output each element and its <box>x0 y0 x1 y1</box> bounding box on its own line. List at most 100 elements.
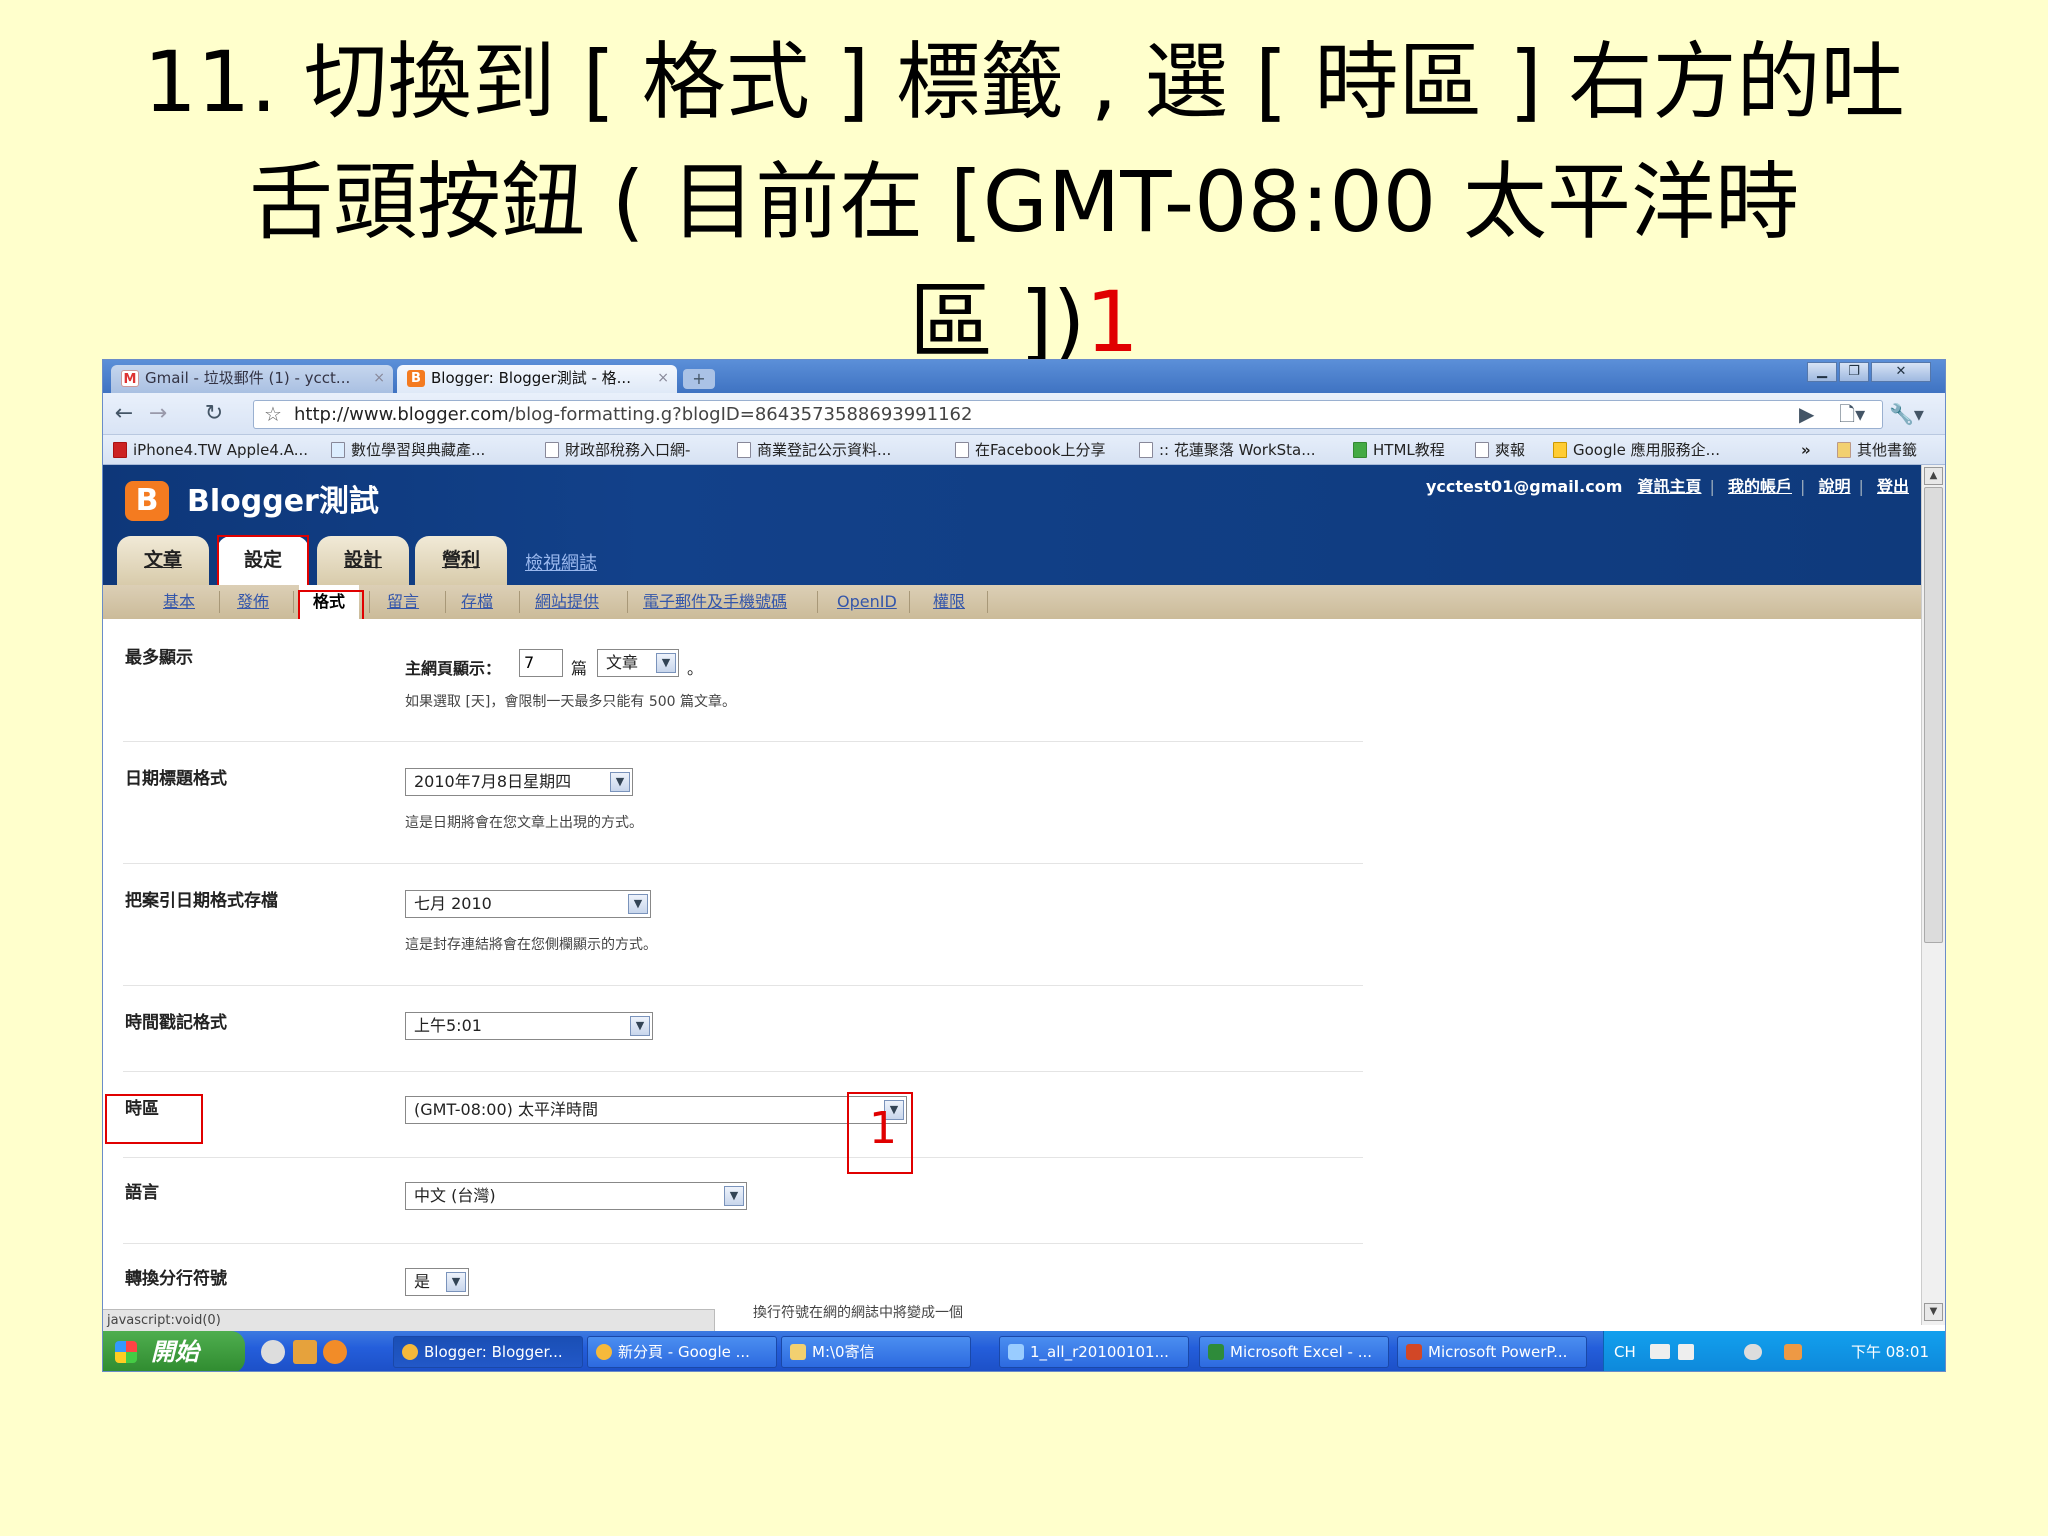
browser-tab-blogger-label: Blogger: Blogger測試 - 格... <box>431 369 631 387</box>
browser-tab-blogger[interactable]: B Blogger: Blogger測試 - 格... × <box>397 365 677 393</box>
back-icon[interactable]: ← <box>109 400 139 428</box>
wrench-icon[interactable]: 🔧▾ <box>1889 400 1924 428</box>
taskbar-item-excel[interactable]: Microsoft Excel - ... <box>1199 1336 1389 1368</box>
blog-title: Blogger測試 <box>187 484 379 519</box>
tab-divider <box>445 591 446 613</box>
subtab-openid[interactable]: OpenID <box>837 585 897 619</box>
subtab-site-feed[interactable]: 網站提供 <box>535 585 599 619</box>
page-menu-icon[interactable]: 🗋▾ <box>1839 400 1865 428</box>
chevron-down-icon[interactable]: ▼ <box>610 772 630 792</box>
chevron-down-icon[interactable]: ▼ <box>628 894 648 914</box>
max-show-count-input[interactable]: 7 <box>519 649 563 677</box>
subtab-archiving[interactable]: 存檔 <box>461 585 493 619</box>
subtab-basic[interactable]: 基本 <box>163 585 195 619</box>
bookmark-item[interactable]: 商業登記公示資料... <box>737 435 891 465</box>
language-label: 語言 <box>125 1183 159 1203</box>
bookmark-label: HTML教程 <box>1373 441 1445 459</box>
my-account-link[interactable]: 我的帳戶 <box>1728 477 1792 496</box>
go-icon[interactable]: ▶ <box>1799 400 1814 428</box>
subtab-email-mobile[interactable]: 電子郵件及手機號碼 <box>643 585 787 619</box>
bookmark-item[interactable]: 財政部稅務入口網- <box>545 435 690 465</box>
tab-divider <box>519 591 520 613</box>
help-link[interactable]: 說明 <box>1818 477 1850 496</box>
folder-icon <box>1837 442 1851 458</box>
other-bookmarks-label: 其他書籤 <box>1857 441 1918 459</box>
close-icon[interactable]: × <box>657 365 669 392</box>
system-tray: CH 下午 08:01 <box>1603 1331 1945 1371</box>
line-breaks-select[interactable]: 是 ▼ <box>405 1268 469 1296</box>
max-show-type-select[interactable]: 文章 ▼ <box>597 649 679 677</box>
chevron-down-icon[interactable]: ▼ <box>724 1186 744 1206</box>
bookmark-item[interactable]: HTML教程 <box>1353 435 1445 465</box>
view-blog-link[interactable]: 檢視網誌 <box>525 549 597 575</box>
setting-row-language: 語言 中文 (台灣) ▼ <box>123 1158 1363 1244</box>
tab-divider <box>369 591 370 613</box>
taskbar-item-file[interactable]: 1_all_r20100101... <box>999 1336 1189 1368</box>
firefox-icon[interactable] <box>323 1340 347 1364</box>
reload-icon[interactable]: ↻ <box>199 400 229 428</box>
other-bookmarks-button[interactable]: 其他書籤 <box>1837 435 1917 465</box>
sign-out-link[interactable]: 登出 <box>1877 477 1909 496</box>
scroll-thumb[interactable] <box>1924 487 1943 943</box>
forward-icon[interactable]: → <box>143 400 173 428</box>
site-icon <box>113 442 127 458</box>
chevron-down-icon[interactable]: ▼ <box>630 1016 650 1036</box>
subtab-permissions[interactable]: 權限 <box>933 585 965 619</box>
timezone-select[interactable]: (GMT-08:00) 太平洋時間 ▼ <box>405 1096 907 1124</box>
start-button[interactable]: 開始 <box>103 1331 245 1371</box>
blogger-header: B Blogger測試 ycctest01@gmail.com 資訊主頁 | 我的… <box>103 465 1923 587</box>
browser-tab-strip: M Gmail - 垃圾郵件 (1) - ycct... × B Blogger… <box>103 360 1945 393</box>
browser-tab-gmail[interactable]: M Gmail - 垃圾郵件 (1) - ycct... × <box>111 365 393 393</box>
new-tab-button[interactable]: + <box>683 369 715 389</box>
taskbar-item-blogger[interactable]: Blogger: Blogger... <box>393 1336 583 1368</box>
scroll-up-icon[interactable]: ▲ <box>1924 467 1943 485</box>
language-indicator[interactable]: CH <box>1614 1331 1636 1371</box>
bookmark-item[interactable]: 在Facebook上分享 <box>955 435 1105 465</box>
max-show-unit: 篇 <box>571 659 588 678</box>
blogger-logo-icon[interactable]: B <box>125 481 169 521</box>
subtab-comments[interactable]: 留言 <box>387 585 419 619</box>
subtab-publishing[interactable]: 發佈 <box>237 585 269 619</box>
bookmark-star-icon[interactable]: ☆ <box>264 401 282 428</box>
taskbar-item-newtab[interactable]: 新分頁 - Google ... <box>587 1336 777 1368</box>
help-icon[interactable] <box>1678 1344 1694 1360</box>
page-icon <box>737 442 751 458</box>
bookmark-item[interactable]: iPhone4.TW Apple4.A... <box>113 435 308 465</box>
taskbar-item-label: 1_all_r20100101... <box>1030 1343 1169 1361</box>
keyboard-icon[interactable] <box>1650 1344 1670 1359</box>
taskbar-item-folder[interactable]: M:\0寄信 <box>781 1336 971 1368</box>
browser-tab-gmail-label: Gmail - 垃圾郵件 (1) - ycct... <box>145 369 351 387</box>
tab-design[interactable]: 設計 <box>317 536 409 585</box>
minimize-icon[interactable]: ▁ <box>1807 362 1837 382</box>
bookmark-item[interactable]: 數位學習與典藏產... <box>331 435 485 465</box>
window-close-icon[interactable]: ✕ <box>1871 362 1931 382</box>
tab-posts[interactable]: 文章 <box>117 536 209 585</box>
tab-monetize[interactable]: 營利 <box>415 536 507 585</box>
restore-icon[interactable]: ❐ <box>1839 362 1869 382</box>
network-icon[interactable] <box>1744 1344 1762 1360</box>
page-scrollbar[interactable]: ▲ ▼ <box>1921 465 1945 1325</box>
bookmarks-overflow-button[interactable]: » <box>1801 435 1811 465</box>
bookmark-item[interactable]: Google 應用服務企... <box>1553 435 1720 465</box>
media-icon[interactable] <box>261 1340 285 1364</box>
bookmark-item[interactable]: 爽報 <box>1475 435 1525 465</box>
clock[interactable]: 下午 08:01 <box>1851 1331 1929 1371</box>
bookmark-item[interactable]: :: 花蓮聚落 WorkSta... <box>1139 435 1316 465</box>
date-header-select[interactable]: 2010年7月8日星期四 ▼ <box>405 768 633 796</box>
security-icon[interactable] <box>1784 1344 1802 1360</box>
timestamp-select[interactable]: 上午5:01 ▼ <box>405 1012 653 1040</box>
dashboard-link[interactable]: 資訊主頁 <box>1637 477 1701 496</box>
archive-date-select[interactable]: 七月 2010 ▼ <box>405 890 651 918</box>
slide-title-mark: 1 <box>1085 273 1139 371</box>
powerpoint-icon <box>1406 1344 1422 1360</box>
language-select[interactable]: 中文 (台灣) ▼ <box>405 1182 747 1210</box>
highlight-settings-tab <box>217 535 309 587</box>
close-icon[interactable]: × <box>373 365 385 392</box>
chevron-down-icon[interactable]: ▼ <box>446 1272 466 1292</box>
chevron-down-icon[interactable]: ▼ <box>656 653 676 673</box>
scroll-down-icon[interactable]: ▼ <box>1924 1303 1943 1321</box>
quicklaunch-icon[interactable] <box>293 1340 317 1364</box>
max-show-suffix: 。 <box>687 659 704 678</box>
taskbar-item-powerpoint[interactable]: Microsoft PowerP... <box>1397 1336 1587 1368</box>
address-bar[interactable]: ☆ http://www.blogger.com/blog-formatting… <box>253 400 1883 429</box>
